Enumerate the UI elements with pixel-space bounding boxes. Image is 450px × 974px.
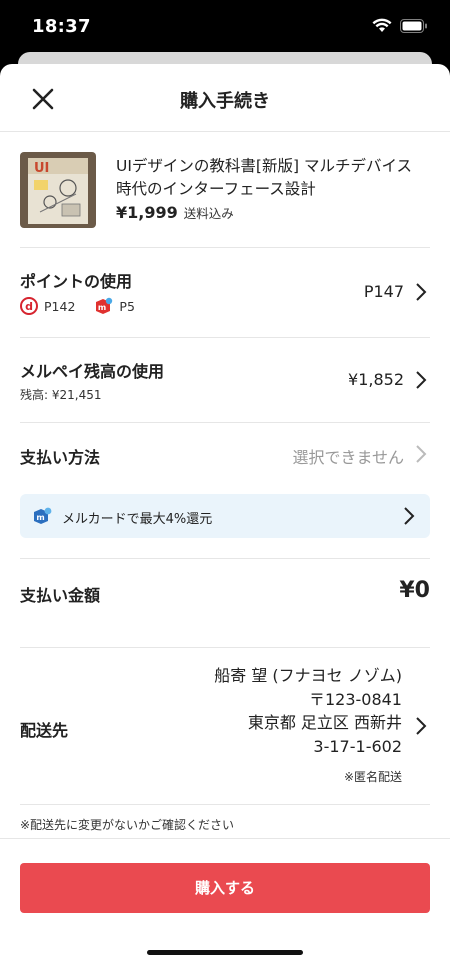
product-price-row: ¥1,999 送料込み — [116, 203, 234, 222]
recipient-name: 船寄 望 (フナヨセ ノゾム) — [214, 666, 402, 685]
mercari-point: m P5 — [93, 296, 135, 316]
mercard-promo-text: メルカードで最大4%還元 — [62, 512, 213, 527]
d-point-icon: d — [20, 297, 38, 315]
product-thumbnail: UI — [20, 152, 96, 228]
mercari-point-value: P5 — [119, 298, 135, 314]
total-label: 支払い金額 — [20, 586, 101, 605]
balance-row[interactable]: メルペイ残高の使用 残高: ¥21,451 ¥1,852 — [0, 338, 450, 422]
postal-code: 〒123-0841 — [308, 689, 402, 709]
address-line-1: 東京都 足立区 西新井 — [247, 713, 402, 732]
mercard-promo-banner[interactable]: m メルカードで最大4%還元 — [20, 494, 430, 538]
balance-label: メルペイ残高の使用 — [20, 362, 165, 381]
points-label: ポイントの使用 — [20, 272, 133, 291]
payment-method-row[interactable]: 支払い方法 選択できません — [0, 423, 450, 485]
chevron-right-icon — [416, 445, 427, 463]
status-bar: 18:37 — [0, 0, 450, 54]
points-breakdown: d P142 m P5 — [20, 296, 147, 316]
product-summary: UI UIデザインの教科書[新版] マルチデバイス時代のインターフェース設計 ¥… — [0, 132, 450, 248]
svg-text:UI: UI — [34, 161, 49, 176]
balance-available: 残高: ¥21,451 — [20, 388, 102, 402]
home-indicator — [147, 950, 303, 955]
points-value: P147 — [363, 282, 404, 301]
payment-method-label: 支払い方法 — [20, 448, 101, 467]
chevron-right-icon — [404, 507, 415, 525]
svg-text:m: m — [98, 303, 106, 312]
wifi-icon — [372, 18, 392, 32]
d-point: d P142 — [20, 297, 75, 315]
payment-method-value: 選択できません — [292, 448, 404, 467]
shipping-address: 船寄 望 (フナヨセ ノゾム) 〒123-0841 東京都 足立区 西新井 3-… — [214, 664, 402, 758]
chevron-right-icon — [416, 283, 427, 301]
battery-icon — [400, 18, 427, 33]
page-title: 購入手続き — [180, 91, 270, 112]
total-value: ¥0 — [399, 578, 430, 603]
divider — [20, 804, 430, 805]
points-row[interactable]: ポイントの使用 d P142 m P5 P147 — [0, 248, 450, 338]
chevron-right-icon — [416, 717, 427, 735]
shipping-address-label: 配送先 — [20, 721, 69, 740]
status-time: 18:37 — [32, 16, 91, 37]
purchase-sheet: 購入手続き UI UIデザインの教科書[新版] マルチデバイス時代のインターフェ… — [0, 64, 450, 974]
product-price: ¥1,999 — [116, 203, 178, 222]
svg-text:d: d — [25, 300, 33, 313]
mercari-point-icon: m — [96, 297, 113, 314]
address-notice: ※配送先に変更がないかご確認ください — [20, 818, 235, 832]
address-line-2: 3-17-1-602 — [313, 736, 402, 756]
mercard-icon: m — [34, 507, 52, 524]
svg-text:m: m — [36, 513, 44, 522]
divider — [20, 558, 430, 559]
balance-value: ¥1,852 — [348, 370, 404, 389]
shipping-included-label: 送料込み — [183, 206, 234, 221]
chevron-right-icon — [416, 371, 427, 389]
purchase-button[interactable]: 購入する — [20, 863, 430, 913]
anonymous-shipping-note: ※匿名配送 — [343, 770, 402, 784]
d-point-value: P142 — [44, 298, 76, 314]
status-icons — [372, 18, 428, 33]
header: 購入手続き — [0, 64, 450, 132]
product-title: UIデザインの教科書[新版] マルチデバイス時代のインターフェース設計 — [116, 157, 412, 198]
